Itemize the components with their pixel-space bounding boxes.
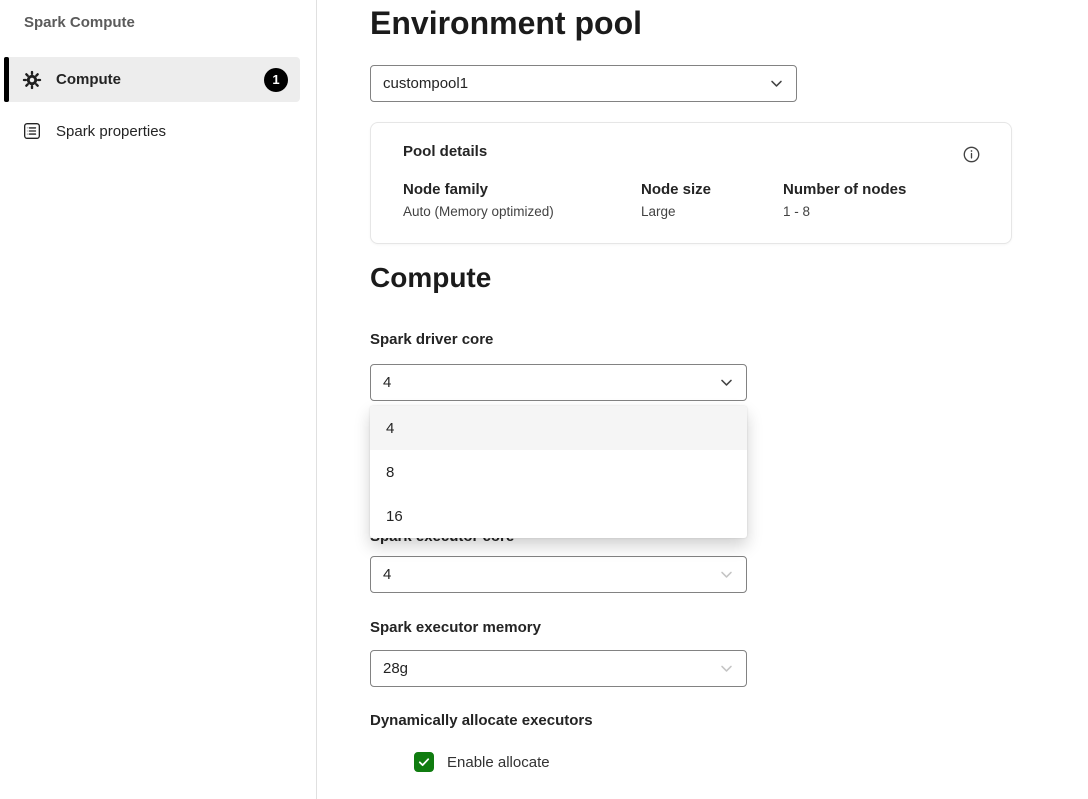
spark-executor-memory-label: Spark executor memory (370, 619, 541, 637)
list-icon (22, 121, 42, 141)
select-value: 4 (383, 374, 391, 391)
select-value: 4 (383, 566, 391, 583)
enable-allocate-checkbox-row[interactable]: Enable allocate (414, 752, 550, 772)
dynamic-allocation-label: Dynamically allocate executors (370, 712, 593, 730)
sidebar: Spark Compute (0, 0, 317, 799)
driver-core-options-menu: 4 8 16 (370, 406, 747, 538)
select-value: custompool1 (383, 75, 468, 92)
checkbox-label: Enable allocate (447, 754, 550, 771)
environment-pool-select[interactable]: custompool1 (370, 65, 797, 102)
sidebar-title: Spark Compute (24, 14, 135, 31)
compute-section-title: Compute (370, 262, 491, 294)
main-content: Environment pool custompool1 Pool detail… (318, 0, 1088, 799)
chevron-down-icon (719, 661, 734, 676)
checkbox-checked-icon[interactable] (414, 752, 434, 772)
count-badge: 1 (264, 68, 288, 92)
pool-field-node-family: Node family Auto (Memory optimized) (403, 181, 554, 219)
menu-option[interactable]: 8 (370, 450, 747, 494)
menu-option[interactable]: 16 (370, 494, 747, 538)
spark-compute-settings-page: Spark Compute (0, 0, 1088, 799)
selected-indicator (4, 57, 9, 102)
sidebar-item-compute[interactable]: Compute 1 (4, 57, 300, 102)
menu-option[interactable]: 4 (370, 406, 747, 450)
sidebar-item-label: Spark properties (56, 123, 166, 140)
field-value: 1 - 8 (783, 204, 906, 219)
pool-details-card: Pool details Node family Auto (Memory op… (370, 122, 1012, 244)
chevron-down-icon (719, 375, 734, 390)
card-title: Pool details (403, 143, 487, 160)
select-value: 28g (383, 660, 408, 677)
pool-field-number-of-nodes: Number of nodes 1 - 8 (783, 181, 906, 219)
gear-icon (22, 70, 42, 90)
page-title: Environment pool (370, 0, 642, 46)
field-label: Number of nodes (783, 181, 906, 198)
spark-driver-core-label: Spark driver core (370, 331, 493, 349)
field-label: Node size (641, 181, 711, 198)
field-value: Auto (Memory optimized) (403, 204, 554, 219)
spark-executor-memory-select[interactable]: 28g (370, 650, 747, 687)
spark-driver-core-select[interactable]: 4 (370, 364, 747, 401)
sidebar-item-spark-properties[interactable]: Spark properties (4, 112, 300, 150)
sidebar-item-label: Compute (56, 71, 121, 88)
field-label: Node family (403, 181, 554, 198)
info-icon[interactable] (961, 144, 981, 164)
pool-field-node-size: Node size Large (641, 181, 711, 219)
chevron-down-icon (719, 567, 734, 582)
spark-executor-core-select[interactable]: 4 (370, 556, 747, 593)
field-value: Large (641, 204, 711, 219)
chevron-down-icon (769, 76, 784, 91)
